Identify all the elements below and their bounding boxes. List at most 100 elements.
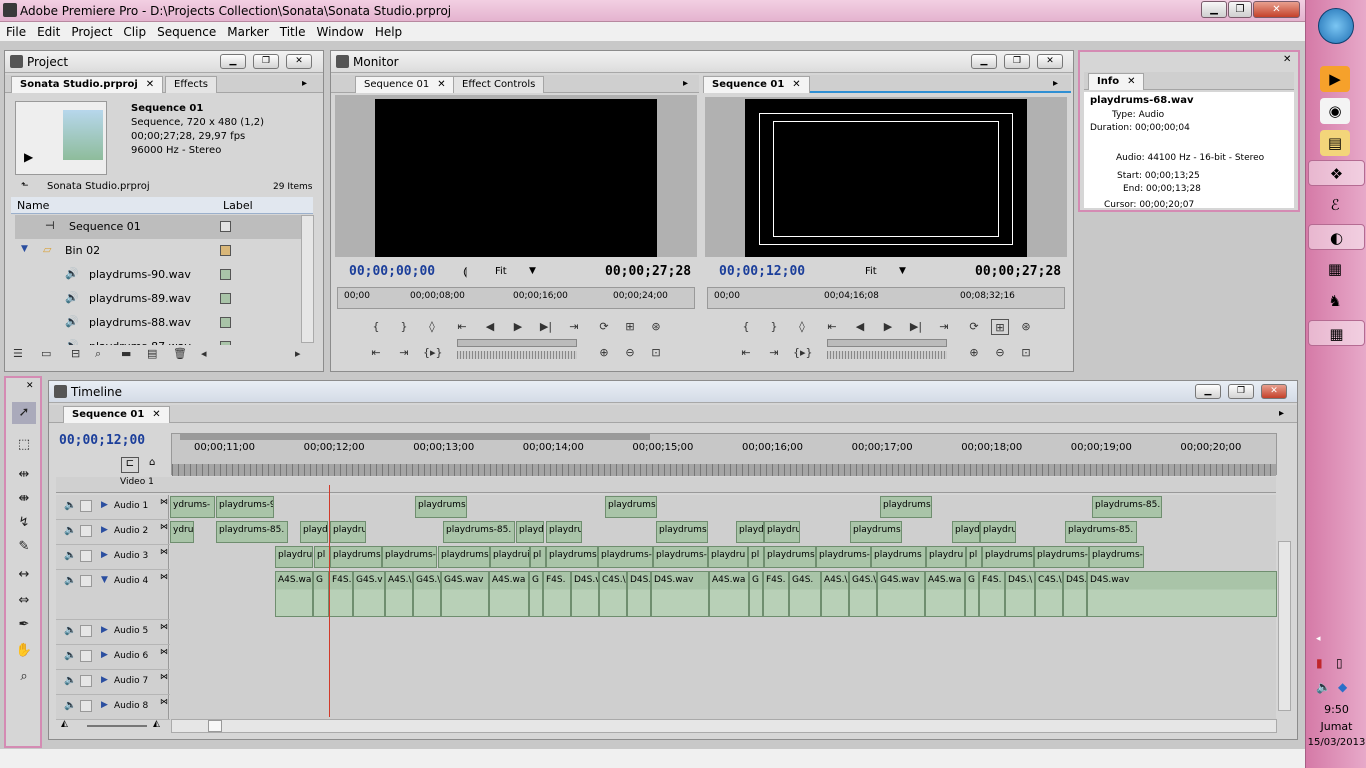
close-icon[interactable]: ✕ [146,79,154,90]
list-item[interactable]: ⊣ Sequence 01 [15,215,305,239]
track-content[interactable] [170,695,1276,720]
audio-clip[interactable]: playdru [926,546,966,568]
label-swatch[interactable] [220,269,231,280]
audio-clip[interactable]: A4S.\ [385,571,413,617]
clock-day[interactable]: Jumat [1306,720,1366,733]
chrome-icon[interactable]: ◉ [1320,98,1350,124]
shuttle-slider[interactable] [457,339,577,347]
extract-icon[interactable]: ⊖ [991,345,1009,361]
audio-clip[interactable]: playdru [275,546,313,568]
source-ruler[interactable]: 00;00 00;00;08;00 00;00;16;00 00;00;24;0… [337,287,695,309]
audio-clip[interactable]: G [965,571,979,617]
goto-next-icon[interactable]: ⇥ [395,345,413,361]
zoom-track[interactable] [87,725,147,727]
audio-clip[interactable]: playdrums- [438,546,490,568]
audio-clip[interactable]: D4S.v [571,571,599,617]
taskbar-app-4-icon[interactable]: ▦ [1320,256,1350,282]
list-item[interactable]: 🔊 playdrums-88.wav [15,311,305,335]
label-swatch[interactable] [220,221,231,232]
track-content[interactable]: ydrums-playdrums-9 playdrums-playdrums-pl… [170,495,1276,520]
play-in-out-icon[interactable]: {▸} [793,345,813,361]
lock-toggle[interactable] [80,500,92,512]
audio-clip[interactable]: playdru [980,521,1016,543]
lock-toggle[interactable] [80,575,92,587]
audio-clip[interactable]: playdrums- [1089,546,1144,568]
audio-clip[interactable]: G4S.\ [849,571,877,617]
audio-clip[interactable]: playd [952,521,980,543]
goto-next-icon[interactable]: ⇥ [765,345,783,361]
timeline-vertical-scrollbar[interactable] [1278,541,1291,711]
track-content[interactable]: ydru playdrums-85. playd playdru playdrums-8… [170,520,1276,545]
audio-clip[interactable]: C4S.\ [1035,571,1063,617]
overlay-icon[interactable]: ⊖ [621,345,639,361]
mark-in-icon[interactable]: { [367,319,385,335]
lock-toggle[interactable] [80,700,92,712]
snap-icon[interactable]: ⊏ [121,457,139,473]
audio-clip[interactable]: A4S.wa [709,571,749,617]
start-button[interactable] [1318,8,1354,44]
loop-icon[interactable]: ⟳ [965,319,983,335]
panel-menu-icon[interactable]: ▸ [683,78,688,89]
column-label[interactable]: Label [223,199,253,212]
panel-menu-icon[interactable]: ▸ [1279,408,1284,419]
marker-icon[interactable]: ◊ [423,319,441,335]
goto-prev-icon[interactable]: ⇤ [737,345,755,361]
volume-icon[interactable]: 🔈 [1316,680,1331,694]
panel-menu-icon[interactable]: ▸ [1053,78,1058,89]
audio-clip[interactable]: G [313,571,329,617]
new-bin-icon[interactable]: ▬ [121,347,131,360]
audio-clip[interactable]: playdrums-9 [216,496,274,518]
speaker-icon[interactable]: 🔈 [64,650,76,661]
lock-toggle[interactable] [80,550,92,562]
audio-clip[interactable]: playdrums- [653,546,708,568]
audio-clip[interactable]: A4S.wa [275,571,313,617]
audio-clip[interactable]: A4S.\ [821,571,849,617]
track-content[interactable]: playdru pl playdrums-playdrums-playdrums-p… [170,545,1276,570]
safe-margins-icon[interactable]: ⊞ [621,319,639,335]
list-item[interactable]: ▼ ▱ Bin 02 [15,239,305,263]
find-icon[interactable]: ⌕ [95,347,101,361]
step-back-icon[interactable]: ◀ [481,319,499,335]
scroll-right-icon[interactable]: ▸ [295,347,301,360]
panel-close-button[interactable]: ✕ [286,54,312,69]
audio-clip[interactable]: F4S. [763,571,789,617]
menu-marker[interactable]: Marker [221,22,273,39]
clock-date[interactable]: 15/03/2013 [1306,737,1366,748]
panel-maximize-button[interactable]: ❐ [253,54,279,69]
chevron-right-icon[interactable]: ▶ [101,500,108,510]
audio-clip[interactable]: A4S.wa [925,571,965,617]
program-fit-select[interactable]: Fit [865,266,877,277]
taskbar-app-3-icon[interactable]: ◐ [1308,224,1365,250]
tab-project-file[interactable]: Sonata Studio.prproj ✕ [11,76,164,93]
zoom-in-icon[interactable]: ◭ [153,719,160,729]
audio-clip[interactable]: playdrui [490,546,530,568]
project-scrollbar[interactable] [301,215,314,343]
audio-clip[interactable]: G4S. [789,571,821,617]
minimize-button[interactable]: ▁ [1201,1,1227,18]
output-icon[interactable]: ⊛ [1017,319,1035,335]
timeline-horizontal-scrollbar[interactable] [171,719,1277,733]
close-icon[interactable]: ✕ [1127,76,1135,87]
speaker-icon[interactable]: 🔈 [64,700,76,711]
menu-title[interactable]: Title [274,22,311,39]
close-icon[interactable]: ✕ [437,79,445,90]
scroll-left-icon[interactable]: ◂ [201,347,207,360]
delete-icon[interactable]: 🗑 [173,347,187,360]
tab-source-sequence[interactable]: Sequence 01 ✕ [355,76,455,93]
speaker-icon[interactable]: 🔈 [64,525,76,536]
audio-clip[interactable]: playd [300,521,328,543]
menu-project[interactable]: Project [65,22,117,39]
add-marker-icon[interactable]: ⌂ [149,457,155,468]
chevron-down-icon[interactable]: ▼ [899,266,906,276]
speaker-icon[interactable]: 🔈 [64,675,76,686]
source-fit-select[interactable]: Fit [495,266,507,277]
zoom-out-icon[interactable]: ◭ [61,719,68,729]
audio-clip[interactable]: playdrums- [415,496,467,518]
audio-clip[interactable]: playdrums- [1034,546,1089,568]
audio-clip[interactable]: G [529,571,543,617]
audio-clip[interactable]: playdrums- [816,546,871,568]
export-frame-icon[interactable]: ⊡ [1017,345,1035,361]
audio-clip[interactable]: playdrums-85. [1065,521,1137,543]
audio-clip[interactable]: playdru [330,521,366,543]
lock-toggle[interactable] [80,675,92,687]
